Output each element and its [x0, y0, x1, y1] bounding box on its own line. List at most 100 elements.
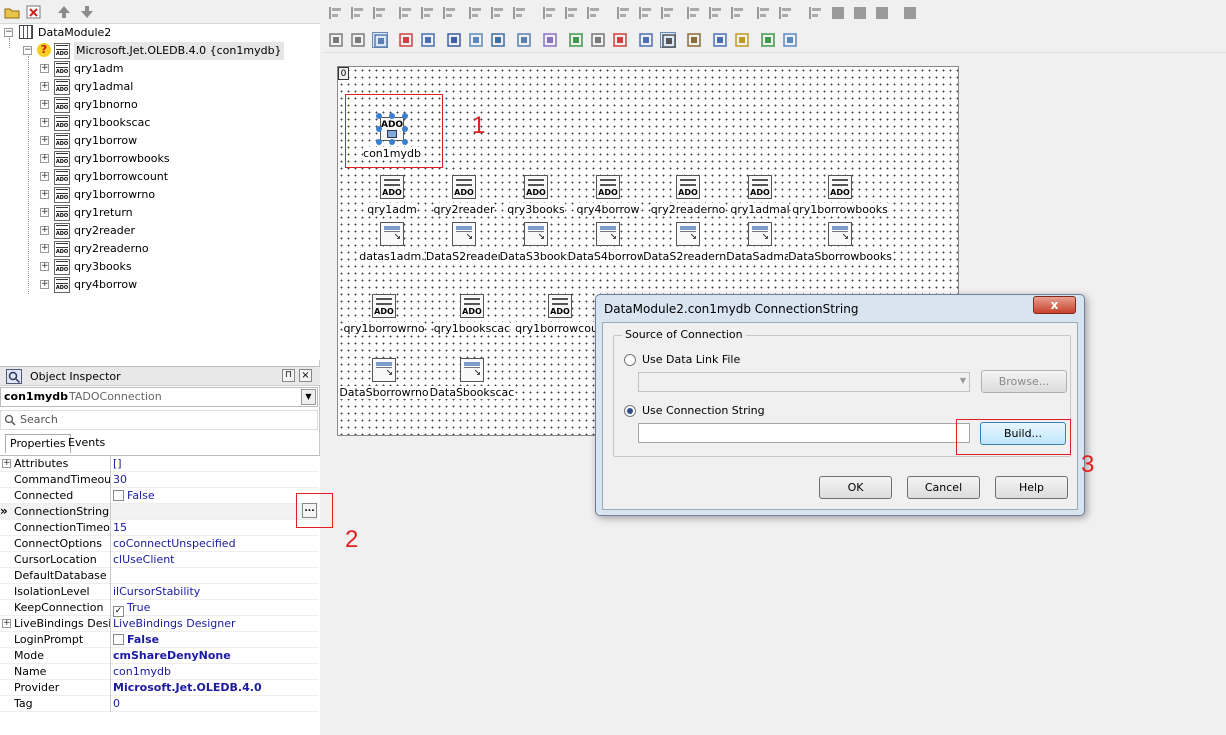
datasource-component[interactable]: ↘ DataSadmal	[726, 222, 794, 263]
designer-tool-icon[interactable]	[542, 32, 558, 48]
designer-tool-icon[interactable]	[612, 32, 628, 48]
designer-tool-icon[interactable]	[398, 32, 414, 48]
align-icon[interactable]	[660, 5, 676, 21]
use-connection-string-label[interactable]: Use Connection String	[642, 404, 765, 417]
component-selector[interactable]: con1mydb TADOConnection ▼	[0, 387, 318, 407]
expand-icon[interactable]: +	[40, 136, 49, 145]
expand-icon[interactable]: +	[40, 244, 49, 253]
designer-tool-icon[interactable]	[420, 32, 436, 48]
arrow-up-icon[interactable]	[55, 3, 73, 21]
align-icon[interactable]	[686, 5, 702, 21]
use-data-link-file-radio[interactable]	[624, 354, 636, 366]
property-value[interactable]: 0	[113, 696, 313, 711]
designer-tool-icon[interactable]	[760, 32, 776, 48]
layer-icon[interactable]	[852, 5, 868, 21]
close-icon[interactable]: ×	[299, 369, 312, 382]
align-icon[interactable]	[586, 5, 602, 21]
property-row[interactable]: ConnectOptions coConnectUnspecified	[0, 536, 318, 552]
property-row[interactable]: ConnectionString	[0, 504, 318, 520]
designer-tool-icon[interactable]	[712, 32, 728, 48]
align-icon[interactable]	[490, 5, 506, 21]
connectionstring-ellipsis-button[interactable]: ...	[302, 503, 317, 518]
property-row[interactable]: CursorLocation clUseClient	[0, 552, 318, 568]
datasource-component[interactable]: ↘ DataS2readerno	[643, 222, 733, 263]
designer-tool-icon[interactable]	[590, 32, 606, 48]
property-row[interactable]: Connected False	[0, 488, 318, 504]
expand-icon[interactable]: +	[2, 619, 11, 628]
layer-icon[interactable]	[874, 5, 890, 21]
collapse-icon[interactable]: −	[23, 46, 32, 55]
browse-button[interactable]: Browse...	[981, 370, 1067, 393]
align-icon[interactable]	[616, 5, 632, 21]
property-row[interactable]: Provider Microsoft.Jet.OLEDB.4.0	[0, 680, 318, 696]
property-row[interactable]: DefaultDatabase	[0, 568, 318, 584]
query-component[interactable]: ADO qry1admal	[730, 175, 790, 216]
expand-icon[interactable]: +	[40, 64, 49, 73]
property-value[interactable]: con1mydb	[113, 664, 313, 679]
property-row[interactable]: Name con1mydb	[0, 664, 318, 680]
property-value[interactable]: clUseClient	[113, 552, 313, 567]
layer-icon[interactable]	[830, 5, 846, 21]
collapse-icon[interactable]: −	[4, 28, 13, 37]
query-component[interactable]: ADO qry4borrow	[576, 175, 640, 216]
tab-properties[interactable]: Properties	[5, 434, 71, 453]
property-value[interactable]: coConnectUnspecified	[113, 536, 313, 551]
datasource-component[interactable]: ↘ DataSborrowbooks	[788, 222, 892, 263]
ok-button[interactable]: OK	[819, 476, 892, 499]
designer-tool-icon[interactable]	[782, 32, 798, 48]
property-value[interactable]: cmShareDenyNone	[113, 648, 313, 663]
query-component[interactable]: ADO qry1bookscac	[433, 294, 511, 335]
expand-icon[interactable]: +	[40, 82, 49, 91]
align-icon[interactable]	[638, 5, 654, 21]
align-icon[interactable]	[512, 5, 528, 21]
property-row[interactable]: KeepConnection ✓ True	[0, 600, 318, 617]
property-row[interactable]: CommandTimeout 30	[0, 472, 318, 488]
property-value[interactable]: 15	[113, 520, 313, 535]
datasource-component[interactable]: ↘ DataSborrowrno	[339, 358, 429, 399]
help-button[interactable]: Help	[995, 476, 1068, 499]
data-link-file-combo[interactable]: ▼	[638, 372, 970, 392]
query-component[interactable]: ADO qry2readerno	[650, 175, 726, 216]
query-component[interactable]: ADO qry1borrowcoun	[515, 294, 605, 335]
expand-icon[interactable]: +	[40, 226, 49, 235]
property-row[interactable]: LoginPrompt False	[0, 632, 318, 648]
expand-icon[interactable]: +	[40, 172, 49, 181]
property-value[interactable]: False	[113, 632, 313, 647]
property-row[interactable]: Tag 0	[0, 696, 318, 712]
align-icon[interactable]	[372, 5, 388, 21]
property-row[interactable]: +LiveBindings DesignerLiveBindings Desig…	[0, 616, 318, 632]
expand-icon[interactable]: +	[40, 208, 49, 217]
delete-icon[interactable]	[25, 3, 43, 21]
designer-tool-icon[interactable]	[660, 32, 676, 48]
align-icon[interactable]	[442, 5, 458, 21]
align-icon[interactable]	[564, 5, 580, 21]
align-icon[interactable]	[708, 5, 724, 21]
folder-icon[interactable]	[3, 3, 21, 21]
designer-tool-icon[interactable]	[468, 32, 484, 48]
designer-tool-icon[interactable]	[734, 32, 750, 48]
checkbox[interactable]	[113, 634, 124, 645]
property-row[interactable]: Mode cmShareDenyNone	[0, 648, 318, 664]
search-input[interactable]: Search	[0, 410, 318, 430]
align-icon[interactable]	[778, 5, 794, 21]
align-icon[interactable]	[542, 5, 558, 21]
property-value[interactable]: ilCursorStability	[113, 584, 313, 599]
query-component[interactable]: ADO qry3books	[507, 175, 565, 216]
property-value[interactable]: LiveBindings Designer	[113, 616, 313, 631]
checkbox[interactable]	[113, 490, 124, 501]
designer-tool-icon[interactable]	[350, 32, 366, 48]
tab-events[interactable]: Events	[64, 434, 109, 453]
designer-tool-icon[interactable]	[568, 32, 584, 48]
designer-tool-icon[interactable]	[328, 32, 344, 48]
datasource-component[interactable]: ↘ DataSbookscac	[429, 358, 515, 399]
align-icon[interactable]	[398, 5, 414, 21]
expand-icon[interactable]: +	[40, 100, 49, 109]
property-row[interactable]: ConnectionTimeout15	[0, 520, 318, 536]
cancel-button[interactable]: Cancel	[907, 476, 980, 499]
align-icon[interactable]	[808, 5, 824, 21]
expand-icon[interactable]: +	[2, 459, 11, 468]
align-icon[interactable]	[350, 5, 366, 21]
expand-icon[interactable]: +	[40, 280, 49, 289]
designer-tool-icon[interactable]	[638, 32, 654, 48]
expand-icon[interactable]: +	[40, 262, 49, 271]
